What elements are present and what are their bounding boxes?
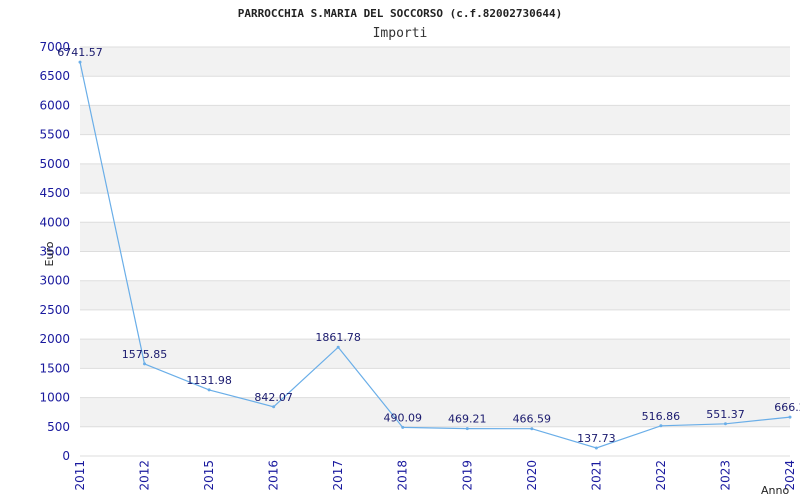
data-point	[594, 446, 598, 450]
y-tick-label: 3000	[39, 274, 70, 288]
y-tick-label: 5000	[39, 157, 70, 171]
y-tick-label: 0	[62, 449, 70, 463]
data-label: 842.07	[254, 391, 293, 404]
y-tick-label: 6000	[39, 98, 70, 112]
data-label: 137.73	[577, 432, 616, 445]
chart: PARROCCHIA S.MARIA DEL SOCCORSO (c.f.820…	[39, 7, 800, 497]
grid-band	[80, 47, 790, 77]
data-point	[465, 427, 469, 431]
y-tick-label: 1500	[39, 361, 70, 375]
data-point	[530, 427, 534, 431]
y-tick-label: 1000	[39, 391, 70, 405]
x-tick-label: 2011	[73, 460, 87, 491]
y-axis-label: Euro	[43, 241, 56, 266]
x-tick-label: 2021	[589, 460, 603, 491]
y-tick-label: 5500	[39, 128, 70, 142]
data-point	[659, 424, 663, 428]
data-point	[207, 388, 211, 392]
grid-band	[80, 163, 790, 194]
data-point	[336, 345, 340, 349]
data-label: 490.09	[383, 411, 422, 424]
grid-band	[80, 222, 790, 252]
grid-band	[80, 397, 790, 427]
x-tick-label: 2023	[718, 460, 732, 491]
x-axis-ticks: 2011 2012 2015 2016 2017 2018 2019 2020 2021 2022…	[73, 460, 797, 491]
data-label: 469.21	[448, 413, 487, 426]
chart-background-bands	[80, 47, 790, 427]
data-point	[272, 405, 276, 409]
grid-band	[80, 280, 790, 310]
data-point	[78, 60, 82, 64]
grid-band	[80, 339, 790, 369]
y-tick-label: 6500	[39, 69, 70, 83]
y-tick-label: 2500	[39, 303, 70, 317]
x-tick-label: 2017	[331, 460, 345, 491]
data-label: 466.59	[513, 413, 552, 426]
y-tick-label: 2000	[39, 332, 70, 346]
x-tick-label: 2022	[654, 460, 668, 491]
x-tick-label: 2019	[460, 460, 474, 491]
data-point	[143, 362, 147, 366]
x-tick-label: 2016	[267, 460, 281, 491]
data-label: 1575.85	[122, 348, 168, 361]
x-axis-label: Anno	[761, 484, 789, 497]
data-point	[723, 422, 727, 426]
x-tick-label: 2015	[202, 460, 216, 491]
data-label: 666.2	[774, 401, 800, 414]
data-label: 1131.98	[186, 374, 232, 387]
y-tick-label: 500	[47, 420, 70, 434]
y-tick-label: 4000	[39, 215, 70, 229]
grid-band	[80, 105, 790, 135]
chart-subtitle: Importi	[373, 26, 428, 41]
data-label: 6741.57	[57, 46, 103, 59]
x-tick-label: 2012	[138, 460, 152, 491]
data-label: 516.86	[642, 410, 681, 423]
x-tick-label: 2020	[525, 460, 539, 491]
data-point	[401, 425, 405, 429]
y-tick-label: 4500	[39, 186, 70, 200]
data-label: 551.37	[706, 408, 745, 421]
data-point	[788, 415, 792, 419]
data-label: 1861.78	[315, 331, 361, 344]
x-tick-label: 2018	[396, 460, 410, 491]
chart-title: PARROCCHIA S.MARIA DEL SOCCORSO (c.f.820…	[238, 7, 563, 20]
